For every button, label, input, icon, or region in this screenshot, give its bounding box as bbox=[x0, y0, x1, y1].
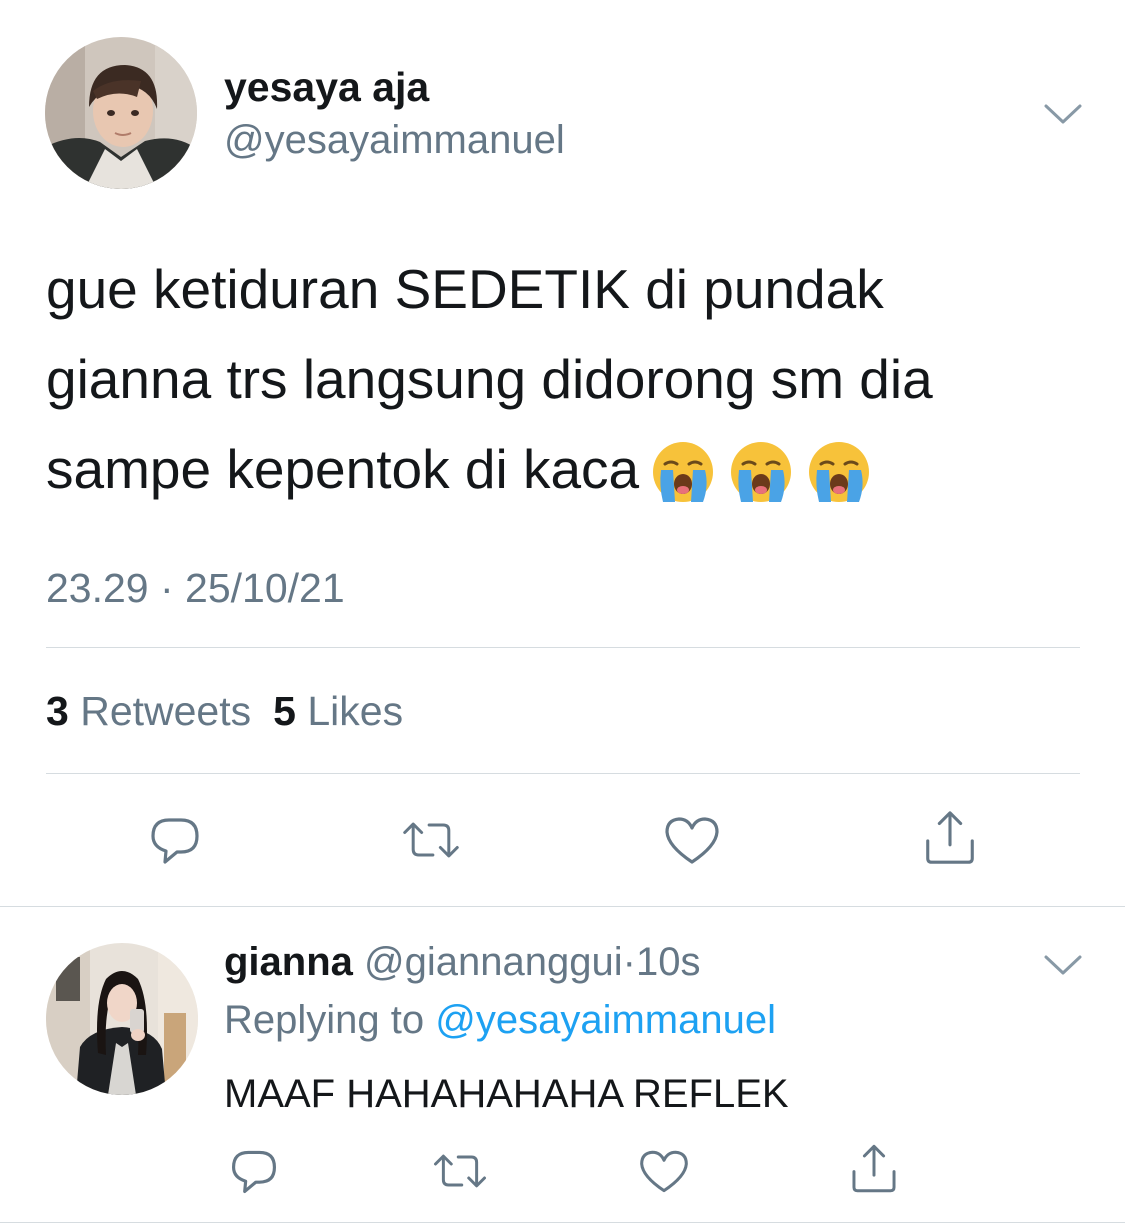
replying-to: Replying to @yesayaimmanuel bbox=[224, 998, 776, 1043]
loudly-crying-face-icon bbox=[651, 440, 715, 504]
divider bbox=[0, 1222, 1125, 1223]
author-handle[interactable]: @yesayaimmanuel bbox=[224, 118, 565, 163]
replying-to-prefix: Replying to bbox=[224, 998, 425, 1042]
tweet-text: gue ketiduran SEDETIK di pundak gianna t… bbox=[46, 244, 1086, 514]
retweet-button[interactable] bbox=[401, 810, 461, 870]
reply-author-avatar[interactable] bbox=[46, 943, 198, 1095]
author-avatar[interactable] bbox=[45, 37, 197, 189]
reply-share-button[interactable] bbox=[846, 1141, 902, 1197]
author-name[interactable]: yesaya aja bbox=[224, 64, 429, 111]
reply-like-button[interactable] bbox=[636, 1143, 692, 1199]
retweet-icon bbox=[434, 1154, 486, 1188]
reply-button[interactable] bbox=[145, 810, 205, 870]
likes-count[interactable]: 5 bbox=[273, 688, 296, 734]
reply-author-handle[interactable]: @giannanggui bbox=[364, 940, 623, 984]
loudly-crying-face-icon bbox=[807, 440, 871, 504]
retweets-label[interactable]: Retweets bbox=[80, 688, 251, 734]
retweets-count[interactable]: 3 bbox=[46, 688, 69, 734]
reply-icon bbox=[231, 1150, 277, 1194]
tweet-text-line: sampe kepentok di kaca bbox=[46, 424, 1086, 514]
divider bbox=[0, 906, 1125, 907]
share-icon bbox=[926, 811, 974, 864]
tweet-text-line: gue ketiduran SEDETIK di pundak bbox=[46, 258, 884, 320]
reply-icon bbox=[151, 818, 199, 864]
retweet-icon bbox=[403, 822, 459, 858]
tweet-timestamp[interactable]: 23.29 · 25/10/21 bbox=[46, 565, 345, 612]
chevron-down-icon[interactable] bbox=[1043, 953, 1083, 977]
chevron-down-icon[interactable] bbox=[1043, 102, 1083, 126]
author-avatar-image bbox=[45, 37, 197, 189]
replying-to-link[interactable]: @yesayaimmanuel bbox=[435, 998, 776, 1042]
tweet-stats: 3 Retweets 5 Likes bbox=[46, 688, 403, 735]
emoji-group bbox=[651, 428, 885, 518]
tweet-detail-screen: yesaya aja @yesayaimmanuel gue ketiduran… bbox=[0, 0, 1125, 1225]
reply-author-avatar-image bbox=[46, 943, 198, 1095]
loudly-crying-face-icon bbox=[729, 440, 793, 504]
heart-icon bbox=[640, 1150, 688, 1193]
reply-reply-button[interactable] bbox=[226, 1143, 282, 1199]
divider bbox=[46, 647, 1080, 648]
reply-retweet-button[interactable] bbox=[432, 1143, 488, 1199]
tweet-text-line-content: sampe kepentok di kaca bbox=[46, 438, 640, 500]
reply-header: gianna @giannanggui·10s bbox=[224, 940, 700, 985]
heart-icon bbox=[665, 817, 719, 864]
share-icon bbox=[852, 1144, 896, 1193]
reply-text: MAAF HAHAHAHAHA REFLEK bbox=[224, 1072, 789, 1116]
tweet-text-line: gianna trs langsung didorong sm dia bbox=[46, 348, 933, 410]
likes-label[interactable]: Likes bbox=[307, 688, 403, 734]
like-button[interactable] bbox=[662, 810, 722, 870]
divider bbox=[46, 773, 1080, 774]
reply-time[interactable]: 10s bbox=[636, 940, 701, 984]
reply-author-name[interactable]: gianna bbox=[224, 940, 353, 984]
reply-separator: · bbox=[622, 940, 636, 984]
share-button[interactable] bbox=[920, 808, 980, 868]
